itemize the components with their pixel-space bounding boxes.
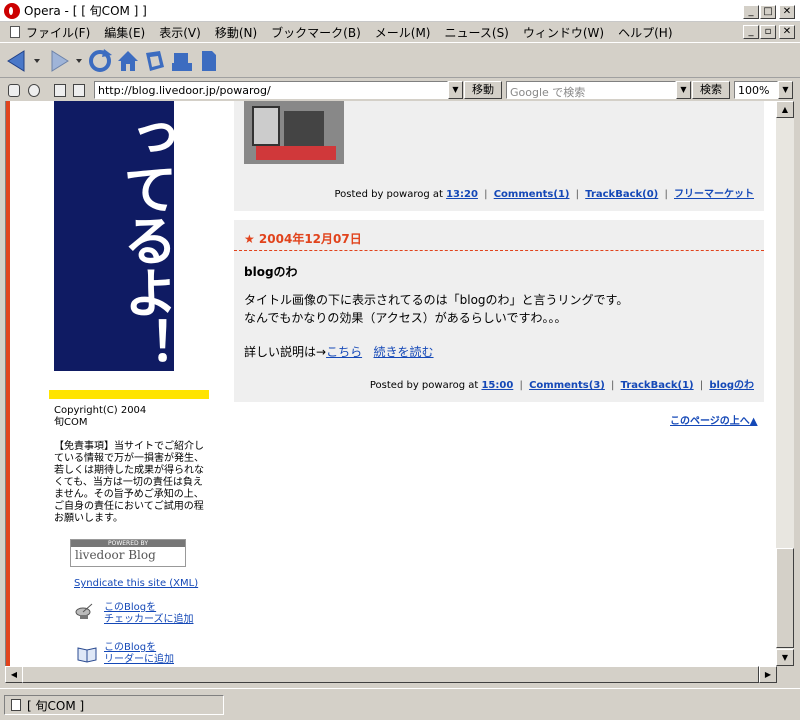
close-button[interactable]: ✕ (779, 5, 795, 19)
yellow-divider (49, 390, 209, 399)
title-banner: ってるよ！ (54, 101, 177, 371)
reader-link-line2[interactable]: リーダーに追加 (104, 654, 174, 666)
menu-mail[interactable]: メール(M) (375, 24, 431, 41)
satellite-dish-icon (75, 603, 93, 619)
forward-dropdown-icon[interactable] (76, 59, 82, 63)
livedoor-blog-logo[interactable]: POWERED BY livedoor Blog (70, 539, 186, 567)
scroll-right-button[interactable]: ▶ (759, 666, 777, 683)
zoom-select[interactable]: 100% (734, 81, 778, 99)
book-icon (77, 647, 97, 663)
page-tab[interactable]: [ 旬COM ] (4, 695, 224, 715)
reload-icon[interactable] (89, 49, 112, 72)
go-button[interactable]: 移動 (464, 81, 502, 99)
menu-view[interactable]: 表示(V) (159, 24, 201, 41)
blog-post: ★ 2004年12月07日 blogのわ タイトル画像の下に表示されてるのは「b… (234, 220, 764, 402)
post-body-line2: なんでもかなりの効果（アクセス）があるらしいですわ。。。 (244, 311, 567, 325)
security-icon[interactable] (8, 84, 20, 97)
menu-bar: ファイル(F) 編集(E) 表示(V) 移動(N) ブックマーク(B) メール(… (0, 22, 800, 42)
navigation-toolbar (0, 42, 800, 78)
post-detail-line: 詳しい説明は→こちら 続きを読む (244, 344, 434, 361)
post-footer: Posted by powarog at 15:00 | Comments(3)… (369, 380, 754, 391)
print-icon[interactable] (172, 53, 192, 71)
menu-file[interactable]: ファイル(F) (26, 24, 90, 41)
window-title: Opera - [ [ 旬COM ] ] (24, 4, 147, 18)
page-tab-bar: [ 旬COM ] (0, 688, 800, 720)
forward-icon[interactable] (51, 50, 69, 72)
posted-by-text: Posted by powarog at (369, 380, 479, 391)
address-input[interactable]: http://blog.livedoor.jp/powarog/ (94, 81, 448, 99)
hotlist-icon[interactable] (146, 51, 164, 71)
post-time-link[interactable]: 13:20 (446, 189, 478, 200)
date-divider (234, 250, 764, 251)
menu-edit[interactable]: 編集(E) (104, 24, 145, 41)
back-icon[interactable] (7, 50, 25, 72)
page-top-link[interactable]: このページの上へ▲ (670, 412, 758, 427)
detail-prefix: 詳しい説明は→ (244, 345, 327, 359)
horizontal-scrollbar[interactable]: ◀ ▶ (5, 666, 777, 683)
mdi-close-button[interactable]: ✕ (779, 25, 795, 39)
search-dropdown-button[interactable]: ▼ (676, 81, 691, 99)
menu-navigate[interactable]: 移動(N) (215, 24, 257, 41)
logo-brand: livedoor Blog (75, 548, 156, 562)
post-body-line1: タイトル画像の下に表示されてるのは「blogのわ」と言うリングです。 (244, 293, 629, 307)
document-icon (10, 26, 20, 38)
menu-window[interactable]: ウィンドウ(W) (523, 24, 604, 41)
post-footer: Posted by powarog at 13:20 | Comments(1)… (334, 189, 755, 200)
page-tab-icon (11, 699, 21, 711)
address-dropdown-button[interactable]: ▼ (448, 81, 463, 99)
menu-bookmarks[interactable]: ブックマーク(B) (271, 24, 361, 41)
syndicate-link[interactable]: Syndicate this site (XML) (74, 578, 198, 590)
menu-help[interactable]: ヘルプ(H) (618, 24, 672, 41)
maximize-button[interactable]: □ (760, 5, 776, 19)
address-toolbar: http://blog.livedoor.jp/powarog/ ▼ 移動 Go… (0, 79, 800, 101)
page-info-icon[interactable] (54, 84, 66, 97)
page-tab-title: [ 旬COM ] (27, 698, 85, 713)
checker-link-line2[interactable]: チェッカーズに追加 (104, 614, 194, 626)
category-link[interactable]: フリーマーケット (674, 189, 754, 200)
disclaimer-text: 【免責事項】当サイトでご紹介している情報で万が一損害が発生、若しくは期待した成果… (54, 441, 204, 524)
copyright-line1: Copyright(C) 2004 (54, 405, 147, 416)
vertical-scrollbar[interactable]: ▲ ▼ (776, 101, 794, 666)
vertical-scroll-thumb[interactable] (776, 548, 794, 648)
home-icon[interactable] (118, 51, 138, 71)
cookie-icon[interactable] (28, 84, 40, 97)
post-date: ★ 2004年12月07日 (244, 232, 362, 246)
scroll-down-button[interactable]: ▼ (776, 649, 794, 666)
search-button[interactable]: 検索 (692, 81, 730, 99)
blog-post: Posted by powarog at 13:20 | Comments(1)… (234, 101, 764, 211)
trackback-link[interactable]: TrackBack(1) (621, 380, 694, 391)
posted-by-text: Posted by powarog at (334, 189, 443, 200)
zoom-dropdown-button[interactable]: ▼ (778, 81, 793, 99)
menu-news[interactable]: ニュース(S) (444, 24, 508, 41)
search-input[interactable]: Google で検索 (506, 81, 676, 99)
page-icon[interactable] (202, 51, 216, 71)
read-more-link[interactable]: 続きを読む (374, 345, 434, 359)
opera-logo-icon (4, 2, 20, 19)
category-link[interactable]: blogのわ (709, 380, 754, 391)
mdi-restore-button[interactable]: ▫ (760, 25, 776, 39)
horizontal-scroll-thumb[interactable] (22, 666, 759, 683)
trackback-link[interactable]: TrackBack(0) (585, 189, 658, 200)
main-content: Posted by powarog at 13:20 | Comments(1)… (234, 101, 774, 666)
checker-link-line1[interactable]: このBlogを (104, 602, 156, 614)
new-page-icon[interactable] (73, 84, 85, 97)
post-time-link[interactable]: 15:00 (481, 380, 513, 391)
post-photo[interactable] (244, 101, 344, 164)
copyright-line2: 旬COM (54, 417, 88, 428)
comments-link[interactable]: Comments(1) (494, 189, 570, 200)
back-dropdown-icon[interactable] (34, 59, 40, 63)
mdi-minimize-button[interactable]: _ (743, 25, 759, 39)
comments-link[interactable]: Comments(3) (529, 380, 605, 391)
post-title: blogのわ (244, 265, 298, 279)
sidebar: ってるよ！ Copyright(C) 2004 旬COM 【免責事項】当サイトで… (10, 101, 222, 666)
minimize-button[interactable]: _ (743, 5, 759, 19)
reader-link-line1[interactable]: このBlogを (104, 642, 156, 654)
detail-link[interactable]: こちら (326, 345, 362, 359)
logo-powered-by: POWERED BY (71, 540, 185, 547)
scroll-left-button[interactable]: ◀ (5, 666, 23, 683)
window-titlebar: Opera - [ [ 旬COM ] ] _ □ ✕ (0, 0, 800, 22)
scroll-up-button[interactable]: ▲ (776, 101, 794, 118)
page-viewport: ってるよ！ Copyright(C) 2004 旬COM 【免責事項】当サイトで… (5, 101, 776, 666)
